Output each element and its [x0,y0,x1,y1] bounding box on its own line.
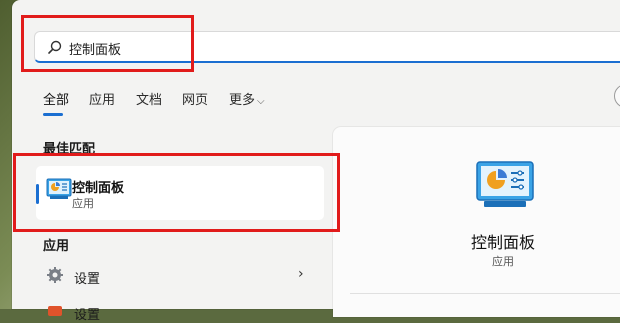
control-panel-large-icon [476,161,534,207]
tab-apps[interactable]: 应用 [89,89,115,108]
best-match-heading: 最佳匹配 [43,142,96,157]
best-match-title: 控制面板 [72,181,125,196]
detail-pane [333,127,620,317]
control-panel-icon [46,178,72,199]
list-item-label: 设置 [74,272,101,287]
apps-heading: 应用 [43,239,70,254]
selection-indicator [36,184,39,204]
tab-all[interactable]: 全部 [43,89,69,108]
divider [350,293,620,294]
search-query-text: 控制面板 [69,43,122,58]
chevron-down-icon: ⌵ [257,96,265,107]
search-input[interactable]: 控制面板 [34,31,620,63]
detail-subtitle: 应用 [492,255,514,268]
search-icon [48,40,62,54]
app-icon [48,306,62,316]
list-item-settings[interactable]: 设置 › [36,262,324,292]
tab-more-label: 更多 [229,93,256,108]
best-match-subtitle: 应用 [72,197,94,210]
list-item-partial[interactable]: 设置 [36,300,324,323]
best-match-result[interactable]: 控制面板 应用 [36,166,324,220]
chevron-right-icon[interactable]: › [298,266,304,282]
active-tab-indicator [43,113,63,116]
tab-more[interactable]: 更多 ⌵ [229,89,265,108]
detail-title: 控制面板 [470,233,535,252]
list-item-label: 设置 [74,308,101,323]
gear-icon [47,267,63,283]
tab-web[interactable]: 网页 [182,89,208,108]
tab-documents[interactable]: 文档 [136,89,162,108]
